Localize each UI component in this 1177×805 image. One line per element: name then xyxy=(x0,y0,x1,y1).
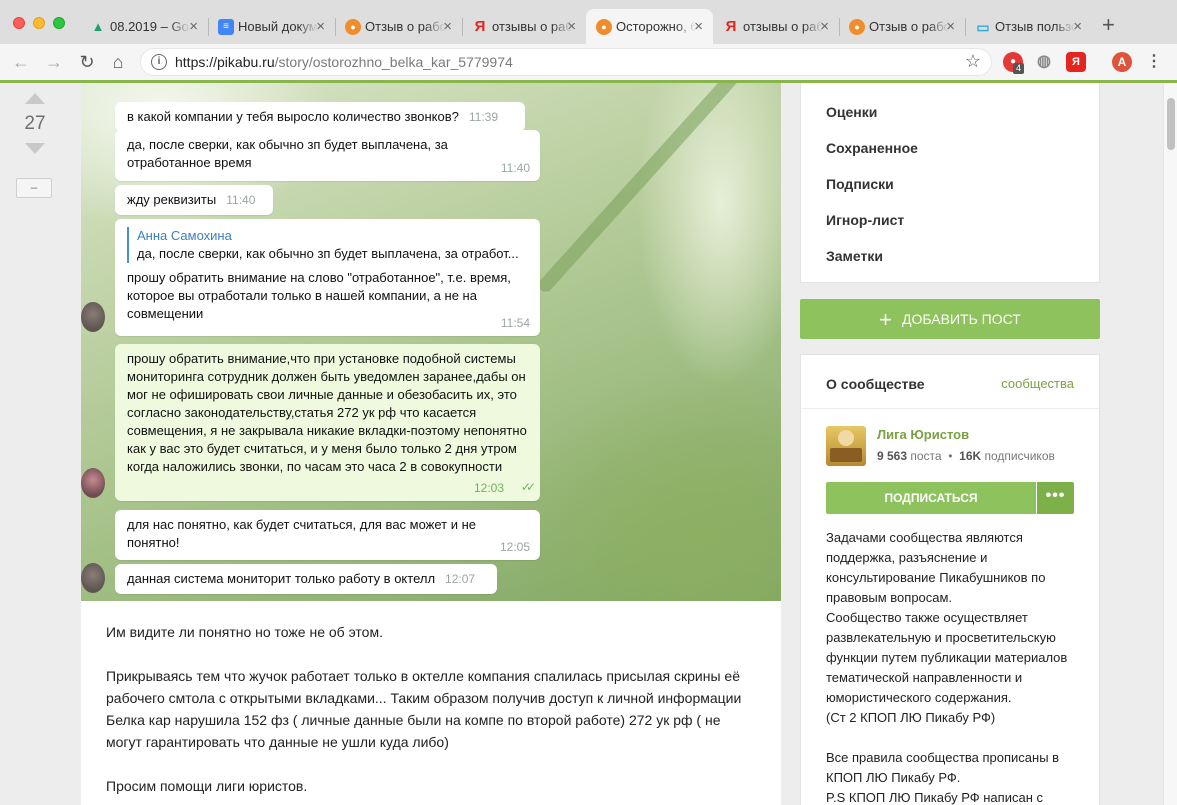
community-stats: 9 563 поста • 16K подписчиков xyxy=(877,449,1055,463)
chat-message: жду реквизиты 11:40 xyxy=(115,185,273,215)
chat-message: для нас понятно, как будет считаться, дл… xyxy=(115,510,540,560)
story-text: Им видите ли понятно но тоже не об этом.… xyxy=(106,621,756,805)
back-button[interactable]: ← xyxy=(10,51,32,73)
minimize-window-button[interactable] xyxy=(33,17,45,29)
pikabu-icon: ● xyxy=(345,19,361,35)
plus-icon: + xyxy=(879,307,893,332)
browser-toolbar: ← → ↻ ⌂ i https://pikabu.ru/story/ostoro… xyxy=(0,44,1177,80)
browser-tab[interactable]: ≡ Новый документ × xyxy=(208,9,335,44)
yandex-extension-icon[interactable]: Я xyxy=(1066,52,1086,72)
chat-message: в какой компании у тебя выросло количест… xyxy=(115,102,525,132)
chat-message: данная система мониторит только работу в… xyxy=(115,564,497,594)
menu-item-saved[interactable]: Сохраненное xyxy=(826,140,918,156)
chat-message-reply: Анна Самохина да, после сверки, как обыч… xyxy=(115,219,540,336)
zoom-window-button[interactable] xyxy=(53,17,65,29)
community-name-link[interactable]: Лига Юристов xyxy=(877,427,969,442)
menu-item-subscriptions[interactable]: Подписки xyxy=(826,176,894,192)
add-post-button[interactable]: + ДОБАВИТЬ ПОСТ xyxy=(800,299,1100,339)
yandex-icon: Я xyxy=(725,18,737,35)
community-card-title: О сообществе xyxy=(826,376,925,392)
story-paragraph: Им видите ли понятно но тоже не об этом. xyxy=(106,624,383,640)
google-drive-icon: ▲ xyxy=(91,19,105,34)
url-path: /story/ostorozhno_belka_kar_5779974 xyxy=(274,54,513,70)
pikabu-icon: ● xyxy=(596,19,612,35)
menu-item-ignore-list[interactable]: Игнор-лист xyxy=(826,212,904,228)
address-bar[interactable]: i https://pikabu.ru/story/ostorozhno_bel… xyxy=(140,48,992,76)
read-checkmark-icon: ✓✓ xyxy=(520,480,536,494)
collapse-story-button[interactable]: – xyxy=(16,178,52,198)
community-logo[interactable] xyxy=(826,426,866,466)
community-description: Задачами сообщества являются поддержка, … xyxy=(826,530,1068,805)
subscribe-button[interactable]: ПОДПИСАТЬСЯ xyxy=(826,482,1036,514)
page-content: 27 – в какой компании у тебя выросло кол… xyxy=(0,83,1163,805)
menu-item-ratings[interactable]: Оценки xyxy=(826,104,877,120)
browser-tab[interactable]: ▭ Отзыв пользователя × xyxy=(965,9,1092,44)
globe-extension-icon[interactable]: ◍ xyxy=(1034,52,1054,72)
close-icon[interactable]: × xyxy=(1073,9,1082,44)
chat-screenshot-image: в какой компании у тебя выросло количест… xyxy=(81,83,781,601)
story-paragraph: Прикрываясь тем что жучок работает тольк… xyxy=(106,668,742,750)
home-button[interactable]: ⌂ xyxy=(107,51,129,73)
scrollbar-thumb[interactable] xyxy=(1167,98,1175,150)
browser-tab[interactable]: Я отзывы о работе × xyxy=(713,9,839,44)
story-card: в какой компании у тебя выросло количест… xyxy=(81,83,781,805)
avatar xyxy=(81,563,105,593)
google-docs-icon: ≡ xyxy=(218,19,234,35)
extension-badge: 4 xyxy=(1013,63,1025,74)
communities-link[interactable]: сообщества xyxy=(1001,376,1074,391)
reply-quote: Анна Самохина да, после сверки, как обыч… xyxy=(127,227,528,263)
browser-tab[interactable]: Я отзывы о работе × xyxy=(462,9,586,44)
user-menu-card: Оценки Сохраненное Подписки Игнор-лист З… xyxy=(800,83,1100,283)
yandex-icon: Я xyxy=(474,18,486,35)
browser-tab[interactable]: ● Отзыв о работе × xyxy=(839,9,965,44)
url-domain: https://pikabu.ru xyxy=(175,54,275,70)
avatar xyxy=(81,302,105,332)
reload-button[interactable]: ↻ xyxy=(76,51,98,73)
chat-message-own: прошу обратить внимание,что при установк… xyxy=(115,344,540,501)
menu-kebab-icon[interactable]: ⋮ xyxy=(1144,52,1164,72)
profile-avatar[interactable]: A xyxy=(1112,52,1132,72)
close-icon[interactable]: × xyxy=(443,9,452,44)
pikabu-icon: ● xyxy=(849,19,865,35)
browser-tab[interactable]: ▲ 08.2019 – Google × xyxy=(80,9,208,44)
close-icon[interactable]: × xyxy=(316,9,325,44)
browser-tab-active[interactable]: ● Осторожно, белка × xyxy=(586,9,713,44)
upvote-icon[interactable] xyxy=(25,93,45,104)
chat-icon: ▭ xyxy=(976,19,990,35)
downvote-icon[interactable] xyxy=(25,143,45,154)
close-icon[interactable]: × xyxy=(189,9,198,44)
close-icon[interactable]: × xyxy=(946,9,955,44)
info-icon[interactable]: i xyxy=(151,54,167,70)
chat-message: да, после сверки, как обычно зп будет вы… xyxy=(115,130,540,181)
forward-button[interactable]: → xyxy=(43,51,65,73)
community-card-header: О сообществе сообщества xyxy=(801,355,1099,409)
more-options-button[interactable]: ••• xyxy=(1037,482,1074,514)
new-tab-button[interactable]: + xyxy=(1102,12,1115,38)
page-scrollbar[interactable] xyxy=(1163,83,1177,805)
avatar xyxy=(81,468,105,498)
bookmark-star-icon[interactable]: ☆ xyxy=(965,51,981,72)
close-icon[interactable]: × xyxy=(694,9,703,44)
close-window-button[interactable] xyxy=(13,17,25,29)
community-card: О сообществе сообщества Лига Юристов 9 5… xyxy=(800,354,1100,805)
tab-strip: ▲ 08.2019 – Google × ≡ Новый документ × … xyxy=(0,0,1177,44)
browser-tab[interactable]: ● Отзыв о работе × xyxy=(335,9,462,44)
close-icon[interactable]: × xyxy=(820,9,829,44)
menu-item-notes[interactable]: Заметки xyxy=(826,248,883,264)
rating-count: 27 xyxy=(24,113,46,134)
story-paragraph: Просим помощи лиги юристов. xyxy=(106,778,308,794)
close-icon[interactable]: × xyxy=(567,9,576,44)
